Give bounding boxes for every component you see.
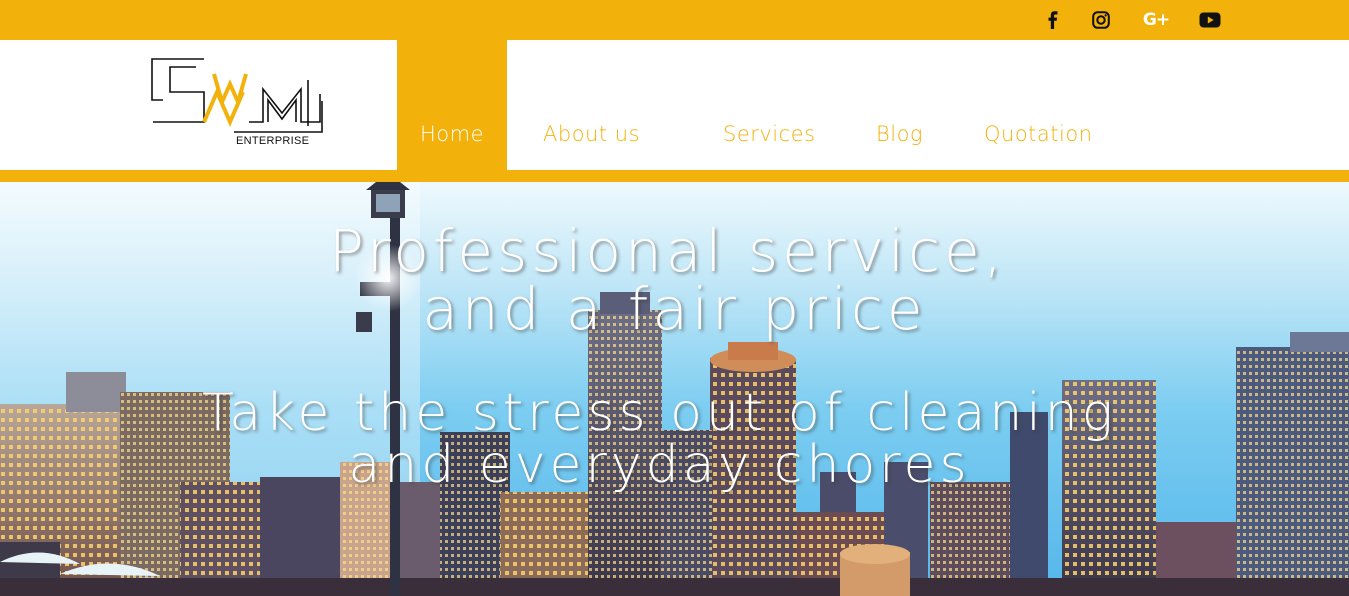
header-stripe [0,170,1349,182]
hero-subline-line1: Take the stress out of cleaning [202,383,1117,443]
top-bar: G+ [0,0,1349,40]
nav-services[interactable]: Services [723,40,816,170]
logo-text: ENTERPRISE [236,135,310,147]
nav-quotation[interactable]: Quotation [984,40,1093,170]
facebook-icon[interactable] [1041,8,1065,32]
instagram-icon[interactable] [1089,8,1113,32]
youtube-icon[interactable] [1198,8,1222,32]
nav-about-us[interactable]: About us [543,40,640,170]
hero-subline-line2: and everyday chores [348,435,971,495]
nav-blog[interactable]: Blog [876,40,923,170]
site-header: ENTERPRISE Home About us Services Blog Q… [0,40,1349,170]
hero-headline-line2: and a fair price [422,275,927,343]
nav-home[interactable]: Home [397,40,507,170]
google-plus-icon[interactable]: G+ [1141,8,1171,32]
